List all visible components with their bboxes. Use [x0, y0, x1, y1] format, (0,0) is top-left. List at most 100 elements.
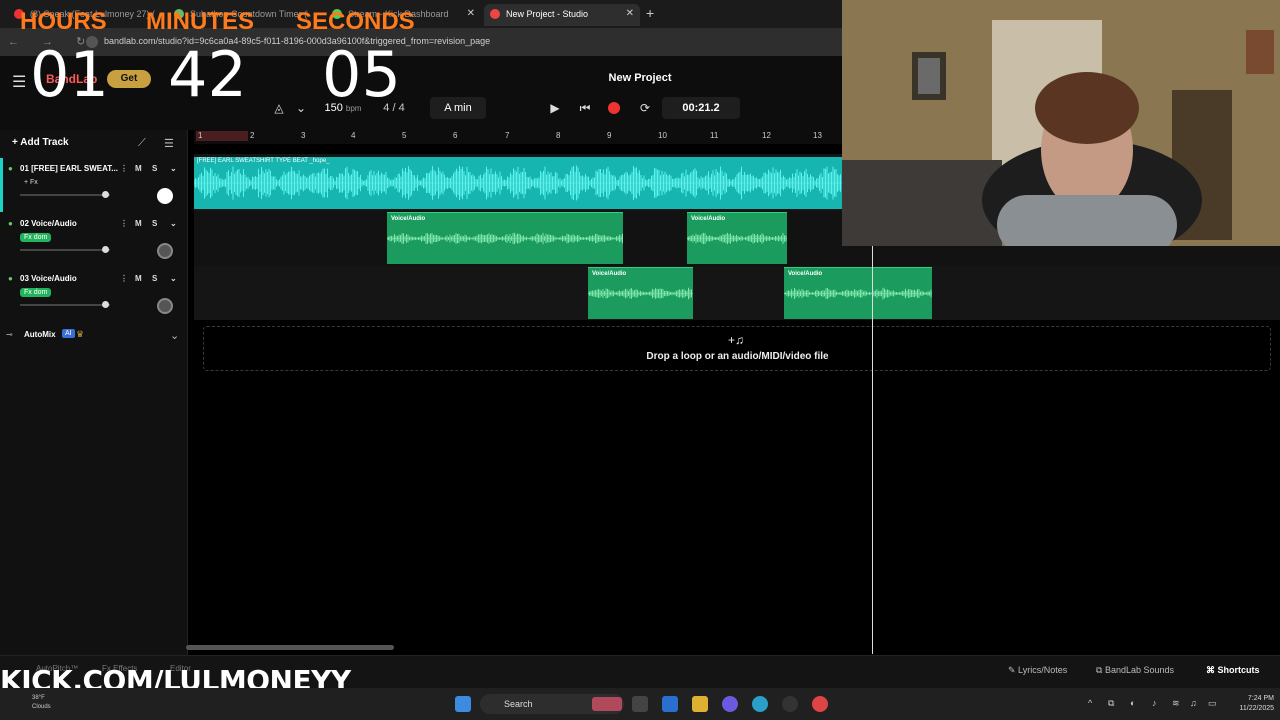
shortcuts-label: Shortcuts [1217, 665, 1260, 675]
lyrics-notes-button[interactable]: ✎ Lyrics/Notes [1008, 665, 1067, 676]
track-name[interactable]: 01 [FREE] EARL SWEAT... [20, 164, 118, 173]
network-icon[interactable]: ⧉ [1108, 698, 1114, 709]
audio-clip-voice[interactable]: Voice/Audio [784, 267, 932, 319]
drop-zone-text: Drop a loop or an audio/MIDI/video file [646, 351, 829, 362]
close-icon[interactable]: ✕ [467, 4, 475, 24]
pan-knob[interactable] [157, 298, 173, 314]
clip-label: [FREE] EARL SWEATSHIRT TYPE BEAT _hope_ [197, 158, 330, 164]
instrument-icon: ● [8, 164, 13, 173]
edge-icon[interactable] [752, 696, 768, 712]
chevron-down-icon[interactable]: ⌄ [170, 164, 177, 173]
fx-badge[interactable]: Fx dom [20, 233, 52, 242]
store-icon[interactable] [662, 696, 678, 712]
chevron-down-icon[interactable]: ⌄ [288, 97, 314, 119]
mute-button[interactable]: M [135, 219, 142, 228]
record-icon[interactable] [608, 102, 620, 114]
track-name[interactable]: 02 Voice/Audio [20, 219, 118, 228]
wifi-icon[interactable]: ≋ [1172, 698, 1180, 709]
solo-button[interactable]: S [152, 219, 157, 228]
clock-date: 11/22/2025 [1239, 705, 1274, 712]
solo-button[interactable]: S [152, 274, 157, 283]
track-header-1[interactable]: ● 01 [FREE] EARL SWEAT... ⋮ M S ⌄ + Fx [0, 158, 186, 212]
track-lane-3[interactable] [194, 266, 1280, 320]
volume-handle[interactable] [102, 301, 109, 308]
browser-tab-4[interactable]: New Project - Studio ✕ [484, 4, 640, 26]
track-name[interactable]: 03 Voice/Audio [20, 274, 118, 283]
ruler-tick-label: 4 [351, 131, 356, 140]
weather-widget[interactable]: 38°F Clouds [32, 694, 51, 712]
shortcuts-button[interactable]: ⌘ Shortcuts [1206, 665, 1260, 676]
url-field[interactable]: bandlab.com/studio?id=9c6ca0a4-89c5-f011… [104, 36, 490, 46]
lyrics-label: Lyrics/Notes [1018, 665, 1068, 675]
mute-button[interactable]: M [135, 164, 142, 173]
volume-slider[interactable] [20, 304, 110, 306]
address-bar: ← → ↻ bandlab.com/studio?id=9c6ca0a4-89c… [0, 28, 842, 56]
get-button[interactable]: Get [107, 70, 151, 88]
automix-label[interactable]: AutoMix [24, 330, 56, 339]
bandlab-sounds-button[interactable]: ⧉ BandLab Sounds [1096, 665, 1174, 676]
battery-icon[interactable]: ▭ [1208, 698, 1217, 709]
clip-label: Voice/Audio [592, 271, 627, 277]
task-view-icon[interactable] [632, 696, 648, 712]
play-icon[interactable]: ▶ [542, 97, 568, 119]
track-header-2[interactable]: ● 02 Voice/Audio ⋮ M S ⌄ Fx dom [0, 213, 186, 267]
discord-icon[interactable] [722, 696, 738, 712]
loop-icon[interactable]: ⟳ [632, 97, 658, 119]
settings-icon[interactable]: ☰ [164, 137, 174, 150]
track-header-3[interactable]: ● 03 Voice/Audio ⋮ M S ⌄ Fx dom [0, 268, 186, 322]
hours-label: HOURS [20, 8, 107, 35]
ruler-tick-label: 13 [813, 131, 822, 140]
music-file-icon: +♫ [728, 333, 745, 347]
time-display: 00:21.2 [662, 97, 740, 119]
track-menu-icon[interactable]: ⋮ [120, 219, 128, 228]
chevron-down-icon[interactable]: ⌄ [170, 329, 179, 342]
volume-slider[interactable] [20, 194, 110, 196]
mute-button[interactable]: M [135, 274, 142, 283]
chevron-down-icon[interactable]: ⌄ [170, 219, 177, 228]
volume-slider[interactable] [20, 249, 110, 251]
pan-knob[interactable] [157, 188, 173, 204]
search-highlight-icon [592, 697, 622, 711]
mic-tray-icon[interactable]: ♪ [1152, 698, 1157, 708]
new-tab-icon[interactable]: + [646, 5, 654, 21]
project-title[interactable]: New Project [580, 72, 700, 84]
skip-back-icon[interactable]: ⏮ [572, 97, 598, 119]
ruler-tick-label: 10 [658, 131, 667, 140]
add-track-label: Add Track [20, 137, 69, 148]
track-menu-icon[interactable]: ⋮ [120, 164, 128, 173]
ruler-tick-label: 9 [607, 131, 612, 140]
loop-region[interactable] [196, 131, 248, 141]
minutes-label: MINUTES [146, 8, 254, 35]
windows-start-icon[interactable] [455, 696, 471, 712]
clip-label: Voice/Audio [691, 216, 726, 222]
track-menu-icon[interactable]: ⋮ [120, 274, 128, 283]
app-tray-icon[interactable]: ◐ [1130, 698, 1135, 708]
chevron-down-icon[interactable]: ⌄ [170, 274, 177, 283]
audio-clip-voice[interactable]: Voice/Audio [588, 267, 693, 319]
menu-icon[interactable]: ☰ [12, 72, 26, 92]
ruler-tick-label: 2 [250, 131, 255, 140]
chrome-icon[interactable] [812, 696, 828, 712]
fx-button[interactable]: + Fx [20, 178, 42, 187]
key-selector[interactable]: A min [430, 97, 486, 119]
file-explorer-icon[interactable] [692, 696, 708, 712]
solo-button[interactable]: S [152, 164, 157, 173]
add-track-button[interactable]: + Add Track [12, 137, 69, 148]
volume-icon[interactable]: ♫ [1190, 698, 1197, 708]
system-clock[interactable]: 7:24 PM 11/22/2025 [1230, 694, 1274, 714]
playhead[interactable] [872, 246, 873, 654]
close-icon[interactable]: ✕ [626, 4, 634, 24]
audio-clip-beat[interactable]: [FREE] EARL SWEATSHIRT TYPE BEAT _hope_ [194, 157, 842, 209]
audio-clip-voice[interactable]: Voice/Audio [387, 212, 623, 264]
fx-badge[interactable]: Fx dom [20, 288, 52, 297]
ai-badge: AI [62, 329, 75, 338]
obs-icon[interactable] [782, 696, 798, 712]
mic-icon: ● [8, 219, 13, 228]
audio-clip-voice[interactable]: Voice/Audio [687, 212, 787, 264]
tray-chevron-icon[interactable]: ^ [1088, 698, 1092, 708]
pan-knob[interactable] [157, 243, 173, 259]
wand-icon[interactable]: ⟋ [138, 137, 146, 150]
horizontal-scrollbar[interactable] [186, 645, 394, 650]
volume-handle[interactable] [102, 191, 109, 198]
volume-handle[interactable] [102, 246, 109, 253]
